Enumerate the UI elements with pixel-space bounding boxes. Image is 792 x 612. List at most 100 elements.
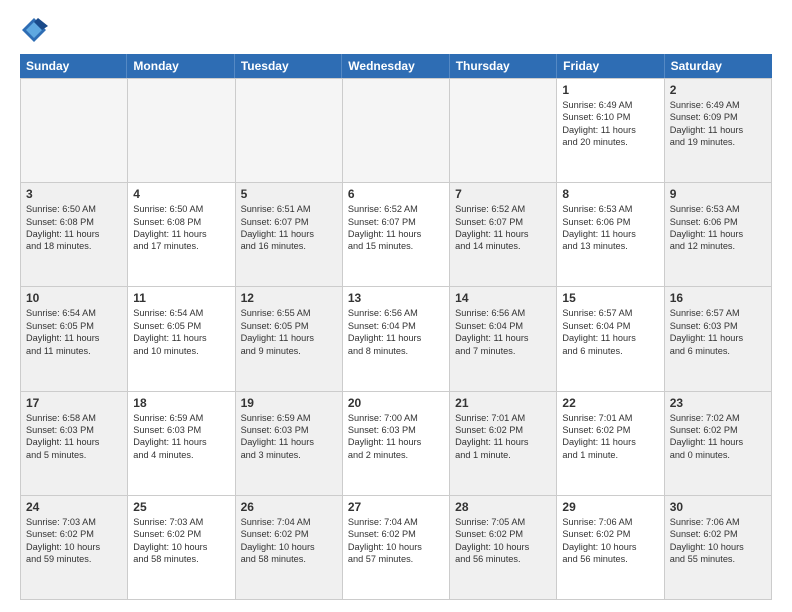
weekday-header-friday: Friday xyxy=(557,54,664,78)
day-info: Sunrise: 6:59 AM Sunset: 6:03 PM Dayligh… xyxy=(241,412,337,462)
week-row-5: 24 Sunrise: 7:03 AM Sunset: 6:02 PM Dayli… xyxy=(21,496,772,600)
day-info: Sunrise: 7:06 AM Sunset: 6:02 PM Dayligh… xyxy=(562,516,658,566)
day-info: Sunrise: 6:54 AM Sunset: 6:05 PM Dayligh… xyxy=(26,307,122,357)
cal-cell-28: 28 Sunrise: 7:05 AM Sunset: 6:02 PM Dayli… xyxy=(450,496,557,599)
day-info: Sunrise: 7:04 AM Sunset: 6:02 PM Dayligh… xyxy=(348,516,444,566)
week-row-2: 3 Sunrise: 6:50 AM Sunset: 6:08 PM Daylig… xyxy=(21,183,772,287)
cal-cell-19: 19 Sunrise: 6:59 AM Sunset: 6:03 PM Dayli… xyxy=(236,392,343,495)
day-info: Sunrise: 6:52 AM Sunset: 6:07 PM Dayligh… xyxy=(348,203,444,253)
day-number: 27 xyxy=(348,500,444,514)
cal-cell-empty-0-4 xyxy=(450,79,557,182)
cal-cell-10: 10 Sunrise: 6:54 AM Sunset: 6:05 PM Dayli… xyxy=(21,287,128,390)
day-number: 13 xyxy=(348,291,444,305)
logo-icon xyxy=(20,16,48,44)
logo xyxy=(20,16,50,44)
day-number: 5 xyxy=(241,187,337,201)
cal-cell-14: 14 Sunrise: 6:56 AM Sunset: 6:04 PM Dayli… xyxy=(450,287,557,390)
day-number: 6 xyxy=(348,187,444,201)
cal-cell-2: 2 Sunrise: 6:49 AM Sunset: 6:09 PM Daylig… xyxy=(665,79,772,182)
day-number: 16 xyxy=(670,291,766,305)
day-info: Sunrise: 7:04 AM Sunset: 6:02 PM Dayligh… xyxy=(241,516,337,566)
day-number: 23 xyxy=(670,396,766,410)
day-number: 24 xyxy=(26,500,122,514)
day-number: 9 xyxy=(670,187,766,201)
cal-cell-26: 26 Sunrise: 7:04 AM Sunset: 6:02 PM Dayli… xyxy=(236,496,343,599)
day-number: 19 xyxy=(241,396,337,410)
cal-cell-23: 23Sunrise: 7:02 AM Sunset: 6:02 PM Dayli… xyxy=(665,392,772,495)
week-row-4: 17 Sunrise: 6:58 AM Sunset: 6:03 PM Dayli… xyxy=(21,392,772,496)
day-info: Sunrise: 7:03 AM Sunset: 6:02 PM Dayligh… xyxy=(133,516,229,566)
day-info: Sunrise: 7:06 AM Sunset: 6:02 PM Dayligh… xyxy=(670,516,766,566)
cal-cell-18: 18Sunrise: 6:59 AM Sunset: 6:03 PM Dayli… xyxy=(128,392,235,495)
cal-cell-21: 21Sunrise: 7:01 AM Sunset: 6:02 PM Dayli… xyxy=(450,392,557,495)
cal-cell-25: 25 Sunrise: 7:03 AM Sunset: 6:02 PM Dayli… xyxy=(128,496,235,599)
day-number: 25 xyxy=(133,500,229,514)
day-number: 7 xyxy=(455,187,551,201)
day-number: 17 xyxy=(26,396,122,410)
cal-cell-7: 7 Sunrise: 6:52 AM Sunset: 6:07 PM Daylig… xyxy=(450,183,557,286)
day-info: Sunrise: 6:50 AM Sunset: 6:08 PM Dayligh… xyxy=(26,203,122,253)
day-number: 8 xyxy=(562,187,658,201)
cal-cell-empty-0-1 xyxy=(128,79,235,182)
day-info: Sunrise: 6:52 AM Sunset: 6:07 PM Dayligh… xyxy=(455,203,551,253)
day-info: Sunrise: 6:54 AM Sunset: 6:05 PM Dayligh… xyxy=(133,307,229,357)
cal-cell-16: 16Sunrise: 6:57 AM Sunset: 6:03 PM Dayli… xyxy=(665,287,772,390)
day-info: Sunrise: 6:53 AM Sunset: 6:06 PM Dayligh… xyxy=(562,203,658,253)
page: SundayMondayTuesdayWednesdayThursdayFrid… xyxy=(0,0,792,612)
day-number: 1 xyxy=(562,83,658,97)
day-info: Sunrise: 6:51 AM Sunset: 6:07 PM Dayligh… xyxy=(241,203,337,253)
day-info: Sunrise: 6:53 AM Sunset: 6:06 PM Dayligh… xyxy=(670,203,766,253)
day-number: 2 xyxy=(670,83,766,97)
day-info: Sunrise: 6:49 AM Sunset: 6:10 PM Dayligh… xyxy=(562,99,658,149)
day-number: 28 xyxy=(455,500,551,514)
day-number: 4 xyxy=(133,187,229,201)
cal-cell-6: 6 Sunrise: 6:52 AM Sunset: 6:07 PM Daylig… xyxy=(343,183,450,286)
day-info: Sunrise: 7:01 AM Sunset: 6:02 PM Dayligh… xyxy=(562,412,658,462)
cal-cell-9: 9 Sunrise: 6:53 AM Sunset: 6:06 PM Daylig… xyxy=(665,183,772,286)
cal-cell-24: 24 Sunrise: 7:03 AM Sunset: 6:02 PM Dayli… xyxy=(21,496,128,599)
day-info: Sunrise: 6:49 AM Sunset: 6:09 PM Dayligh… xyxy=(670,99,766,149)
cal-cell-3: 3 Sunrise: 6:50 AM Sunset: 6:08 PM Daylig… xyxy=(21,183,128,286)
day-number: 10 xyxy=(26,291,122,305)
cal-cell-27: 27 Sunrise: 7:04 AM Sunset: 6:02 PM Dayli… xyxy=(343,496,450,599)
day-info: Sunrise: 6:59 AM Sunset: 6:03 PM Dayligh… xyxy=(133,412,229,462)
day-info: Sunrise: 7:01 AM Sunset: 6:02 PM Dayligh… xyxy=(455,412,551,462)
cal-cell-empty-0-2 xyxy=(236,79,343,182)
cal-cell-empty-0-0 xyxy=(21,79,128,182)
cal-cell-17: 17 Sunrise: 6:58 AM Sunset: 6:03 PM Dayli… xyxy=(21,392,128,495)
calendar-header: SundayMondayTuesdayWednesdayThursdayFrid… xyxy=(20,54,772,78)
day-number: 30 xyxy=(670,500,766,514)
week-row-1: 1 Sunrise: 6:49 AM Sunset: 6:10 PM Daylig… xyxy=(21,79,772,183)
calendar-body: 1 Sunrise: 6:49 AM Sunset: 6:10 PM Daylig… xyxy=(20,78,772,600)
weekday-header-sunday: Sunday xyxy=(20,54,127,78)
day-info: Sunrise: 7:05 AM Sunset: 6:02 PM Dayligh… xyxy=(455,516,551,566)
week-row-3: 10 Sunrise: 6:54 AM Sunset: 6:05 PM Dayli… xyxy=(21,287,772,391)
cal-cell-13: 13Sunrise: 6:56 AM Sunset: 6:04 PM Dayli… xyxy=(343,287,450,390)
cal-cell-8: 8 Sunrise: 6:53 AM Sunset: 6:06 PM Daylig… xyxy=(557,183,664,286)
day-info: Sunrise: 6:56 AM Sunset: 6:04 PM Dayligh… xyxy=(455,307,551,357)
cal-cell-5: 5 Sunrise: 6:51 AM Sunset: 6:07 PM Daylig… xyxy=(236,183,343,286)
day-number: 26 xyxy=(241,500,337,514)
weekday-header-tuesday: Tuesday xyxy=(235,54,342,78)
day-info: Sunrise: 6:58 AM Sunset: 6:03 PM Dayligh… xyxy=(26,412,122,462)
cal-cell-4: 4Sunrise: 6:50 AM Sunset: 6:08 PM Daylig… xyxy=(128,183,235,286)
weekday-header-thursday: Thursday xyxy=(450,54,557,78)
weekday-header-wednesday: Wednesday xyxy=(342,54,449,78)
day-info: Sunrise: 7:03 AM Sunset: 6:02 PM Dayligh… xyxy=(26,516,122,566)
weekday-header-saturday: Saturday xyxy=(665,54,772,78)
cal-cell-30: 30 Sunrise: 7:06 AM Sunset: 6:02 PM Dayli… xyxy=(665,496,772,599)
cal-cell-empty-0-3 xyxy=(343,79,450,182)
day-number: 29 xyxy=(562,500,658,514)
day-number: 15 xyxy=(562,291,658,305)
day-number: 12 xyxy=(241,291,337,305)
cal-cell-12: 12Sunrise: 6:55 AM Sunset: 6:05 PM Dayli… xyxy=(236,287,343,390)
cal-cell-29: 29 Sunrise: 7:06 AM Sunset: 6:02 PM Dayli… xyxy=(557,496,664,599)
day-info: Sunrise: 6:57 AM Sunset: 6:04 PM Dayligh… xyxy=(562,307,658,357)
header xyxy=(20,16,772,44)
day-number: 22 xyxy=(562,396,658,410)
calendar: SundayMondayTuesdayWednesdayThursdayFrid… xyxy=(20,54,772,600)
day-number: 3 xyxy=(26,187,122,201)
day-number: 14 xyxy=(455,291,551,305)
day-number: 20 xyxy=(348,396,444,410)
day-number: 11 xyxy=(133,291,229,305)
